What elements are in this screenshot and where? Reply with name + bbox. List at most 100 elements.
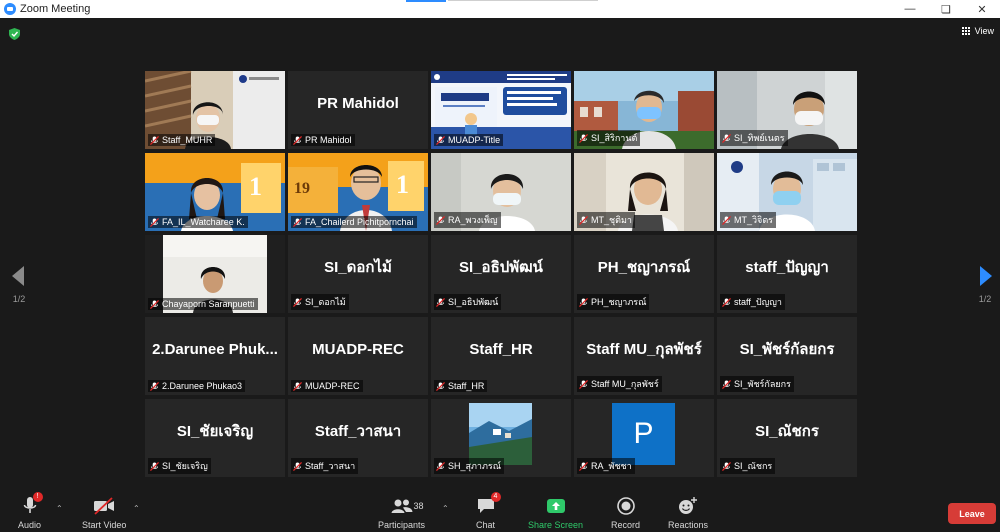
participant-name: FA_Chailerd Pichitpornchai xyxy=(305,217,414,227)
participant-name: SI_อธิปพัฒน์ xyxy=(448,297,499,307)
participant-name: Chayaporn Saranpuetti xyxy=(162,299,255,309)
participant-name: Staff_HR xyxy=(448,381,485,391)
record-button[interactable]: Record xyxy=(611,492,640,532)
participant-name-label: FA_IL_Watcharee K. xyxy=(148,216,248,228)
muted-mic-icon xyxy=(722,133,731,143)
participant-tile[interactable]: P RA_พัชชา xyxy=(574,399,714,477)
reactions-label: Reactions xyxy=(668,520,709,530)
view-button[interactable]: View xyxy=(961,26,994,36)
title-bar-divider xyxy=(448,0,598,1)
participant-name: SI_สิริกานต์ xyxy=(591,133,638,143)
participant-display-name: SI_ณัชกร xyxy=(755,423,819,440)
share-screen-button[interactable]: Share Screen xyxy=(528,492,583,532)
participant-tile[interactable]: SI_ชัยเจริญ SI_ชัยเจริญ xyxy=(145,399,285,477)
muted-mic-icon xyxy=(579,297,588,307)
muted-mic-icon xyxy=(722,461,731,471)
participant-tile[interactable]: Staff MU_กุลพัชร์ Staff MU_กุลพัชร์ xyxy=(574,317,714,395)
participant-name: SI_พัชร์กัลยกร xyxy=(734,379,791,389)
participant-tile[interactable]: RA_พวงเพ็ญ xyxy=(431,153,571,231)
share-screen-label: Share Screen xyxy=(528,520,584,530)
participant-display-name: SI_อธิปพัฒน์ xyxy=(459,259,543,276)
zoom-logo-icon xyxy=(4,3,16,15)
participant-tile[interactable]: Chayaporn Saranpuetti xyxy=(145,235,285,313)
participant-tile[interactable]: MT_วิจิตร xyxy=(717,153,857,231)
chat-button[interactable]: 4 Chat xyxy=(476,492,501,532)
arrow-left-icon xyxy=(12,266,24,286)
svg-text:19: 19 xyxy=(294,180,310,197)
participant-name: SI_ดอกไม้ xyxy=(305,297,346,307)
participant-name-label: SI_สิริกานต์ xyxy=(577,130,641,146)
record-icon xyxy=(616,497,635,515)
participant-name: staff_ปัญญา xyxy=(734,297,782,307)
muted-mic-icon xyxy=(150,461,159,471)
participant-tile[interactable]: MUADP-REC MUADP-REC xyxy=(288,317,428,395)
video-options-caret[interactable]: ⌃ xyxy=(133,504,140,513)
participant-name-label: Staff_MUHR xyxy=(148,134,216,146)
participant-tile[interactable]: SI_ณัชกร SI_ณัชกร xyxy=(717,399,857,477)
previous-page-button[interactable]: 1/2 xyxy=(12,266,26,304)
participant-name-label: SI_พัชร์กัลยกร xyxy=(720,376,794,392)
participant-display-name: PR Mahidol xyxy=(317,94,399,112)
participant-tile[interactable]: SI_ทิพย์เนตร xyxy=(717,71,857,149)
participant-display-name: Staff MU_กุลพัชร์ xyxy=(586,341,702,358)
muted-mic-icon xyxy=(293,217,302,227)
participant-tile[interactable]: Staff_MUHR xyxy=(145,71,285,149)
participant-tile[interactable]: 1 FA_IL_Watcharee K. xyxy=(145,153,285,231)
video-grid: Staff_MUHR PR Mahidol PR Mahidol MUADP-Titl… xyxy=(145,71,859,481)
participant-name-label: RA_พวงเพ็ญ xyxy=(434,212,501,228)
meeting-stage: View 1/2 1/2 Staff_MUHR PR Mahidol PR Mahi… xyxy=(0,18,1000,492)
share-screen-icon xyxy=(546,499,565,513)
participant-name-label: 2.Darunee Phukao3 xyxy=(148,380,246,392)
participant-tile[interactable]: staff_ปัญญา staff_ปัญญา xyxy=(717,235,857,313)
participant-name: PH_ชญาภรณ์ xyxy=(591,297,647,307)
participant-name: MUADP-Title xyxy=(448,135,501,145)
participant-tile[interactable]: SI_ดอกไม้ SI_ดอกไม้ xyxy=(288,235,428,313)
audio-label: Audio xyxy=(18,520,42,530)
participant-tile[interactable]: Staff_วาสนา Staff_วาสนา xyxy=(288,399,428,477)
leave-button[interactable]: Leave xyxy=(948,503,996,524)
participant-display-name: SI_พัชร์กัลยกร xyxy=(739,341,835,358)
audio-button[interactable]: ! Audio xyxy=(18,492,43,532)
participant-name: MUADP-REC xyxy=(305,381,360,391)
start-video-button[interactable]: Start Video xyxy=(82,492,126,532)
muted-mic-icon xyxy=(722,215,731,225)
participant-name: PR Mahidol xyxy=(305,135,352,145)
chat-label: Chat xyxy=(476,520,496,530)
muted-mic-icon xyxy=(579,215,588,225)
participant-tile[interactable]: SH_สุภาภรณ์ xyxy=(431,399,571,477)
participants-options-caret[interactable]: ⌃ xyxy=(442,504,449,513)
muted-mic-icon xyxy=(150,381,159,391)
participant-display-name: MUADP-REC xyxy=(312,340,404,358)
participant-display-name: SI_ชัยเจริญ xyxy=(176,423,254,440)
participant-name-label: Staff_วาสนา xyxy=(291,458,359,474)
participant-tile[interactable]: MUADP-Title xyxy=(431,71,571,149)
participant-name: 2.Darunee Phukao3 xyxy=(162,381,243,391)
participant-tile[interactable]: 19 1 FA_Chailerd Pichitpornchai xyxy=(288,153,428,231)
participant-name-label: staff_ปัญญา xyxy=(720,294,785,310)
shield-icon[interactable] xyxy=(9,28,20,40)
participant-name-label: PR Mahidol xyxy=(291,134,355,146)
minimize-button[interactable]: — xyxy=(892,0,928,18)
next-page-button[interactable]: 1/2 xyxy=(978,266,992,304)
participant-tile[interactable]: SI_พัชร์กัลยกร SI_พัชร์กัลยกร xyxy=(717,317,857,395)
maximize-button[interactable]: ❏ xyxy=(928,0,964,18)
participant-name-label: SI_ชัยเจริญ xyxy=(148,458,211,474)
window-title: Zoom Meeting xyxy=(20,3,91,15)
participants-label: Participants xyxy=(378,520,426,530)
participants-button[interactable]: 38 Participants xyxy=(378,492,425,532)
participant-tile[interactable]: SI_สิริกานต์ xyxy=(574,71,714,149)
audio-options-caret[interactable]: ⌃ xyxy=(56,504,63,513)
muted-mic-icon xyxy=(293,135,302,145)
participant-tile[interactable]: SI_อธิปพัฒน์ SI_อธิปพัฒน์ xyxy=(431,235,571,313)
participant-tile[interactable]: MT_ชุติมา xyxy=(574,153,714,231)
close-button[interactable]: ✕ xyxy=(964,0,1000,18)
reactions-button[interactable]: Reactions xyxy=(668,492,708,532)
participant-tile[interactable]: PH_ชญาภรณ์ PH_ชญาภรณ์ xyxy=(574,235,714,313)
meeting-toolbar: ! Audio ⌃ Start Video ⌃ 38 Participants … xyxy=(0,492,1000,532)
participant-tile[interactable]: 2.Darunee Phuk... 2.Darunee Phukao3 xyxy=(145,317,285,395)
participant-tile[interactable]: Staff_HR Staff_HR xyxy=(431,317,571,395)
participant-name-label: Staff_HR xyxy=(434,380,488,392)
muted-mic-icon xyxy=(722,297,731,307)
muted-mic-icon xyxy=(150,299,159,309)
participant-tile[interactable]: PR Mahidol PR Mahidol xyxy=(288,71,428,149)
